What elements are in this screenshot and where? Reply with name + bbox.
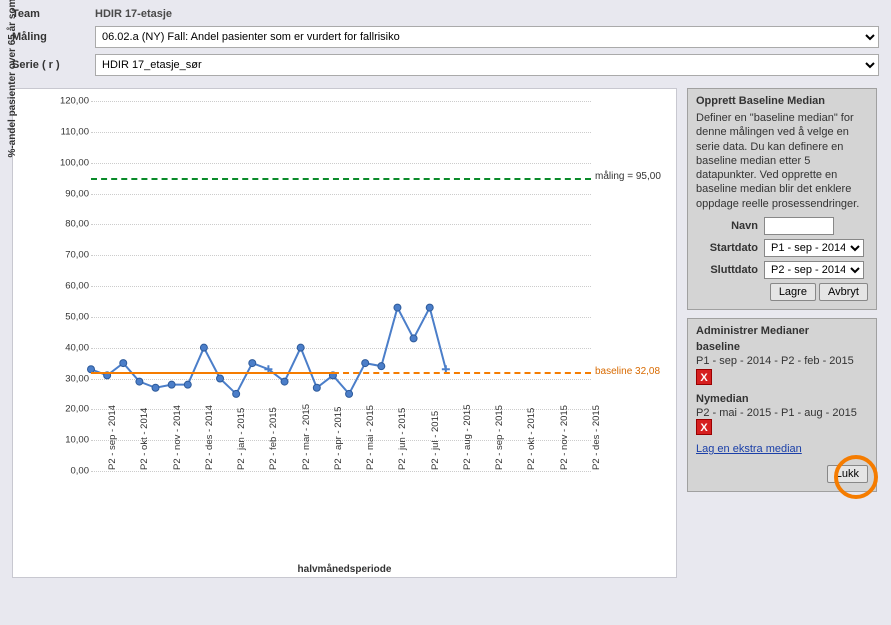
x-axis-label: halvmånedsperiode bbox=[298, 564, 392, 575]
median-name: Nymedian bbox=[696, 393, 868, 405]
x-tick-label: P2 - mar - 2015 bbox=[301, 404, 312, 470]
enddate-label: Sluttdato bbox=[696, 264, 758, 276]
y-tick-label: 120,00 bbox=[49, 96, 89, 107]
x-tick-label: P2 - apr - 2015 bbox=[333, 407, 344, 470]
baseline-line-label: baseline 32,08 bbox=[595, 366, 660, 377]
y-tick-label: 0,00 bbox=[49, 466, 89, 477]
y-tick-label: 100,00 bbox=[49, 157, 89, 168]
x-tick-label: P2 - feb - 2015 bbox=[268, 407, 279, 470]
measure-label: Måling bbox=[12, 31, 77, 43]
series-select[interactable]: HDIR 17_etasje_sør bbox=[95, 54, 879, 76]
x-tick-label: P2 - mai - 2015 bbox=[365, 405, 376, 470]
gridline bbox=[91, 471, 591, 472]
target-line-label: måling = 95,00 bbox=[595, 171, 661, 182]
measure-select[interactable]: 06.02.a (NY) Fall: Andel pasienter som e… bbox=[95, 26, 879, 48]
x-tick-label: P2 - jun - 2015 bbox=[397, 408, 408, 470]
enddate-select[interactable]: P2 - sep - 2014 bbox=[764, 261, 864, 279]
x-tick-label: P2 - nov - 2015 bbox=[559, 405, 570, 470]
median-item: Nymedian P2 - mai - 2015 - P1 - aug - 20… bbox=[696, 393, 868, 435]
name-input[interactable] bbox=[764, 217, 834, 235]
y-tick-label: 30,00 bbox=[49, 373, 89, 384]
y-tick-label: 90,00 bbox=[49, 188, 89, 199]
name-field-label: Navn bbox=[696, 220, 758, 232]
y-tick-label: 80,00 bbox=[49, 219, 89, 230]
median-range: P2 - mai - 2015 - P1 - aug - 2015 X bbox=[696, 407, 868, 435]
x-tick-label: P2 - aug - 2015 bbox=[462, 405, 473, 471]
y-tick-label: 50,00 bbox=[49, 311, 89, 322]
y-tick-label: 20,00 bbox=[49, 404, 89, 415]
chart-container: %-andel pasienter over 65 år som er vurd… bbox=[12, 88, 677, 578]
x-tick-label: P2 - des - 2015 bbox=[591, 405, 602, 470]
median-range: P1 - sep - 2014 - P2 - feb - 2015 bbox=[696, 355, 868, 367]
x-tick-label: P2 - okt - 2014 bbox=[139, 408, 150, 470]
series-label: Serie ( r ) bbox=[12, 59, 77, 71]
x-tick-label: P2 - jul - 2015 bbox=[430, 411, 441, 470]
add-median-link[interactable]: Lag en ekstra median bbox=[696, 443, 802, 455]
x-tick-label: P2 - des - 2014 bbox=[204, 405, 215, 470]
median-item: baseline P1 - sep - 2014 - P2 - feb - 20… bbox=[696, 341, 868, 385]
x-tick-label: P2 - sep - 2015 bbox=[494, 405, 505, 470]
medians-panel-title: Administrer Medianer bbox=[696, 325, 868, 337]
close-button[interactable]: Lukk bbox=[827, 465, 868, 483]
y-tick-label: 70,00 bbox=[49, 250, 89, 261]
startdate-label: Startdato bbox=[696, 242, 758, 254]
x-tick-label: P2 - jan - 2015 bbox=[236, 408, 247, 470]
baseline-panel: Opprett Baseline Median Definer en "base… bbox=[687, 88, 877, 310]
team-value: HDIR 17-etasje bbox=[95, 8, 172, 20]
y-tick-label: 40,00 bbox=[49, 342, 89, 353]
baseline-panel-title: Opprett Baseline Median bbox=[696, 95, 868, 107]
x-tick-label: P2 - sep - 2014 bbox=[107, 405, 118, 470]
x-tick-label: P2 - nov - 2014 bbox=[172, 405, 183, 470]
baseline-panel-text: Definer en "baseline median" for denne m… bbox=[696, 111, 868, 211]
x-tick-label: P2 - okt - 2015 bbox=[526, 408, 537, 470]
y-axis-label: %-andel pasienter over 65 år som er vurd… bbox=[7, 0, 18, 158]
team-label: Team bbox=[12, 8, 77, 20]
delete-median-icon[interactable]: X bbox=[696, 419, 712, 435]
y-tick-label: 60,00 bbox=[49, 281, 89, 292]
save-button[interactable]: Lagre bbox=[770, 283, 816, 301]
y-tick-label: 10,00 bbox=[49, 435, 89, 446]
medians-panel: Administrer Medianer baseline P1 - sep -… bbox=[687, 318, 877, 492]
startdate-select[interactable]: P1 - sep - 2014 bbox=[764, 239, 864, 257]
baseline-solid-line bbox=[91, 372, 336, 374]
delete-median-icon[interactable]: X bbox=[696, 369, 712, 385]
y-tick-label: 110,00 bbox=[49, 126, 89, 137]
median-name: baseline bbox=[696, 341, 868, 353]
cancel-button[interactable]: Avbryt bbox=[819, 283, 868, 301]
